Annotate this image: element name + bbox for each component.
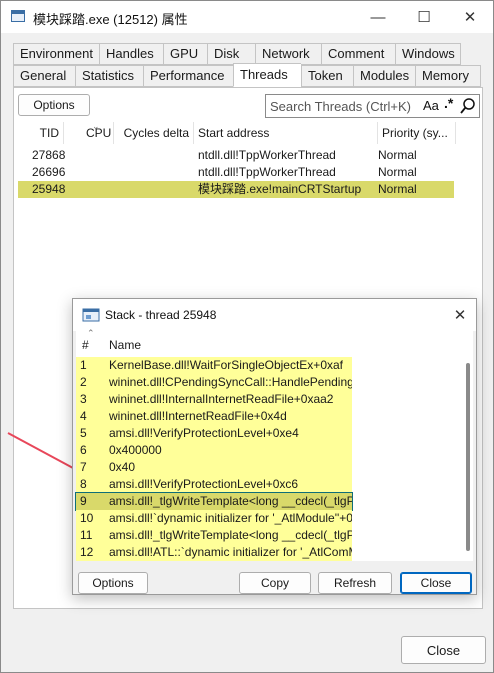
tab-threads[interactable]: Threads xyxy=(233,63,301,87)
threads-table-header: TID ⌄ CPU Cycles delta Start address Pri… xyxy=(18,122,480,144)
frame-number: 4 xyxy=(80,409,87,423)
stack-frame-row[interactable]: 7 0x40 xyxy=(76,459,352,476)
frame-name: amsi.dll!ATL::`dynamic initializer for '… xyxy=(109,545,352,559)
search-icon[interactable] xyxy=(460,97,476,115)
thread-start-address: ntdll.dll!TppWorkerThread xyxy=(198,165,336,179)
table-row[interactable]: 27868 ntdll.dll!TppWorkerThread Normal xyxy=(18,147,454,164)
copy-button[interactable]: Copy xyxy=(239,572,311,594)
frame-number: 10 xyxy=(80,511,94,525)
tab-token[interactable]: Token xyxy=(301,65,353,87)
close-button[interactable]: Close xyxy=(401,636,486,664)
stack-frame-row[interactable]: 8 amsi.dll!VerifyProtectionLevel+0xc6 xyxy=(76,476,352,493)
minimize-button[interactable]: — xyxy=(355,1,401,33)
frame-name: KernelBase.dll!WaitForSingleObjectEx+0xa… xyxy=(109,358,343,372)
thread-tid: 25948 xyxy=(32,182,66,196)
frame-name: amsi.dll!VerifyProtectionLevel+0xc6 xyxy=(109,477,299,491)
frame-name: wininet.dll!InternetReadFile+0x4d xyxy=(109,409,287,423)
frame-name: amsi.dll!_tlgWriteTemplate<long __cdecl(… xyxy=(109,528,352,542)
frame-number: 1 xyxy=(80,358,87,372)
tab-general[interactable]: General xyxy=(13,65,75,87)
match-case-toggle[interactable]: Aa xyxy=(423,98,439,113)
stack-list-scrollbar[interactable] xyxy=(464,333,472,561)
tabs-row-top: Environment Handles GPU Disk Network Com… xyxy=(13,43,461,65)
stack-close-button[interactable]: Close xyxy=(400,572,472,594)
stack-dialog: Stack - thread 25948 ✕ # Name ⌃ 1 KernelB… xyxy=(72,298,477,595)
stack-frame-row[interactable]: 1 KernelBase.dll!WaitForSingleObjectEx+0x… xyxy=(76,357,352,374)
thread-priority: Normal xyxy=(378,165,417,179)
frame-number: 2 xyxy=(80,375,87,389)
app-window-icon xyxy=(11,10,25,22)
frame-name: amsi.dll!VerifyProtectionLevel+0xe4 xyxy=(109,426,299,440)
stack-dialog-title-bar[interactable]: Stack - thread 25948 ✕ xyxy=(73,299,476,331)
close-window-button[interactable]: ✕ xyxy=(447,1,493,33)
thread-priority: Normal xyxy=(378,182,417,196)
stack-frame-row[interactable]: 4 wininet.dll!InternetReadFile+0x4d xyxy=(76,408,352,425)
frame-number: 7 xyxy=(80,460,87,474)
tab-handles[interactable]: Handles xyxy=(99,43,163,65)
tab-environment[interactable]: Environment xyxy=(13,43,99,65)
stack-frame-row[interactable]: 6 0x400000 xyxy=(76,442,352,459)
column-header-cycles-delta[interactable]: Cycles delta xyxy=(114,122,194,144)
column-header-priority[interactable]: Priority (sy... xyxy=(378,122,456,144)
tab-statistics[interactable]: Statistics xyxy=(75,65,143,87)
frame-name: 0x400000 xyxy=(109,443,162,457)
column-header-name[interactable]: Name xyxy=(109,335,141,355)
tab-modules[interactable]: Modules xyxy=(353,65,415,87)
stack-frame-row-selected[interactable]: 9 amsi.dll!_tlgWriteTemplate<long __cdecl… xyxy=(75,492,353,511)
frame-number: 11 xyxy=(80,528,93,542)
frame-number: 3 xyxy=(80,392,87,406)
search-threads-input[interactable]: Search Threads (Ctrl+K) Aa .* xyxy=(265,94,480,118)
stack-frame-row[interactable]: 3 wininet.dll!InternalInternetReadFile+0x… xyxy=(76,391,352,408)
stack-frame-row[interactable]: 11 amsi.dll!_tlgWriteTemplate<long __cdec… xyxy=(76,527,352,544)
column-header-tid[interactable]: TID xyxy=(18,122,64,144)
threads-options-button[interactable]: Options xyxy=(18,94,90,116)
frame-number: 12 xyxy=(80,545,94,559)
table-row-selected[interactable]: 25948 模块踩踏.exe!mainCRTStartup Normal xyxy=(18,181,454,198)
stack-window-icon xyxy=(82,308,100,322)
thread-start-address: 模块踩踏.exe!mainCRTStartup xyxy=(198,182,362,196)
tab-disk[interactable]: Disk xyxy=(207,43,255,65)
stack-list-header: # Name ⌃ xyxy=(76,328,473,356)
frame-number: 9 xyxy=(80,494,87,508)
thread-priority: Normal xyxy=(378,148,417,162)
frame-name: amsi.dll!`dynamic initializer for '_AtlM… xyxy=(109,511,352,525)
tab-network[interactable]: Network xyxy=(255,43,321,65)
sort-indicator-icon: ⌃ xyxy=(87,328,95,338)
frame-number: 6 xyxy=(80,443,87,457)
tab-performance[interactable]: Performance xyxy=(143,65,233,87)
stack-frame-row[interactable]: 5 amsi.dll!VerifyProtectionLevel+0xe4 xyxy=(76,425,352,442)
frame-name: wininet.dll!InternalInternetReadFile+0xa… xyxy=(109,392,334,406)
frame-number: 8 xyxy=(80,477,87,491)
tab-windows[interactable]: Windows xyxy=(395,43,461,65)
stack-dialog-title: Stack - thread 25948 xyxy=(105,308,217,322)
search-placeholder: Search Threads (Ctrl+K) xyxy=(270,99,412,114)
column-header-cpu[interactable]: ⌄ CPU xyxy=(82,122,114,144)
refresh-button[interactable]: Refresh xyxy=(318,572,392,594)
scrollbar-thumb[interactable] xyxy=(466,363,470,551)
frame-number: 5 xyxy=(80,426,87,440)
tab-gpu[interactable]: GPU xyxy=(163,43,207,65)
thread-start-address: ntdll.dll!TppWorkerThread xyxy=(198,148,336,162)
window-title: 模块踩踏.exe (12512) 属性 xyxy=(33,12,188,27)
thread-tid: 27868 xyxy=(32,148,66,162)
stack-frame-row[interactable]: 2 wininet.dll!CPendingSyncCall::HandlePen… xyxy=(76,374,352,391)
stack-frame-row[interactable]: 12 amsi.dll!ATL::`dynamic initializer for… xyxy=(76,544,352,561)
stack-options-button[interactable]: Options xyxy=(78,572,148,594)
sort-indicator-icon: ⌄ xyxy=(92,122,100,131)
tab-memory[interactable]: Memory xyxy=(415,65,481,87)
frame-name: 0x40 xyxy=(109,460,136,474)
title-bar[interactable]: 模块踩踏.exe (12512) 属性 — ☐ ✕ xyxy=(1,1,493,33)
frame-name: amsi.dll!_tlgWriteTemplate<long __cdecl(… xyxy=(109,494,352,508)
stack-frames-list[interactable]: # Name ⌃ 1 KernelBase.dll!WaitForSingleOb… xyxy=(75,328,473,561)
tabs-row-bottom: General Statistics Performance Threads T… xyxy=(13,63,481,87)
regex-toggle[interactable]: .* xyxy=(444,95,453,111)
maximize-button[interactable]: ☐ xyxy=(401,1,447,33)
stack-frame-row[interactable]: 10 amsi.dll!`dynamic initializer for '_At… xyxy=(76,510,352,527)
thread-tid: 26696 xyxy=(32,165,66,179)
column-header-start-address[interactable]: Start address xyxy=(194,122,378,144)
table-row[interactable]: 26696 ntdll.dll!TppWorkerThread Normal xyxy=(18,164,454,181)
tab-comment[interactable]: Comment xyxy=(321,43,395,65)
frame-name: wininet.dll!CPendingSyncCall::HandlePend… xyxy=(109,375,352,389)
stack-dialog-close-icon[interactable]: ✕ xyxy=(448,303,472,327)
